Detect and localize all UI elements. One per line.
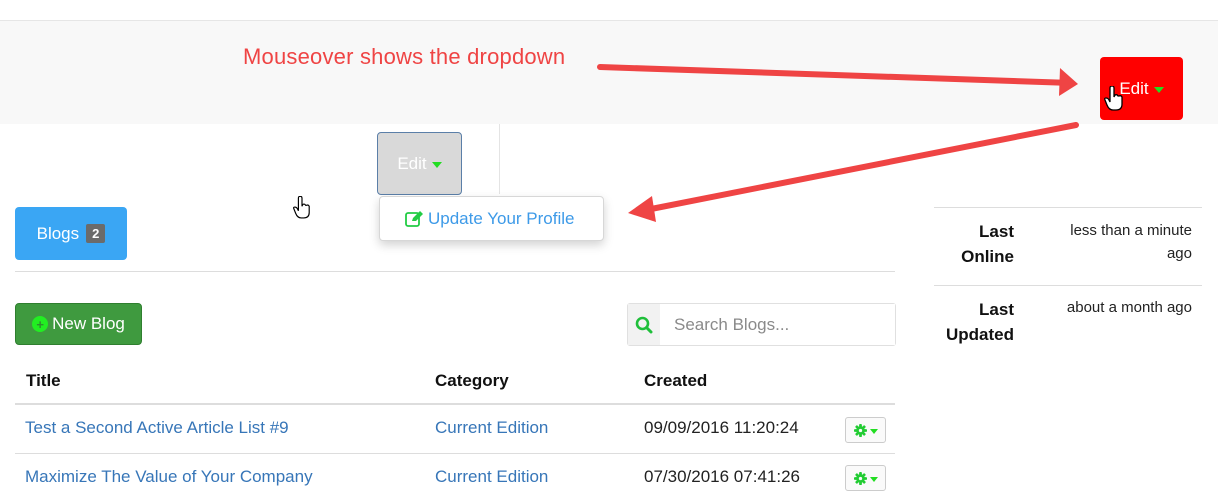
arrow-to-dropdown	[643, 122, 1079, 213]
last-online-value: less than a minute ago	[1070, 222, 1192, 262]
row-category-link[interactable]: Current Edition	[435, 467, 548, 487]
search-button[interactable]	[628, 304, 660, 345]
column-header-created[interactable]: Created	[644, 371, 707, 391]
blog-count-badge: 2	[86, 224, 106, 243]
last-updated-label: Last Updated	[946, 300, 1014, 344]
row-title-link[interactable]: Maximize The Value of Your Company	[25, 467, 313, 487]
row-category-link[interactable]: Current Edition	[435, 418, 548, 438]
gear-icon	[853, 423, 867, 437]
table-row-divider	[15, 453, 895, 454]
blogs-tab-button[interactable]: Blogs 2	[15, 207, 127, 260]
new-blog-label: New Blog	[52, 314, 125, 333]
gear-icon	[853, 471, 867, 485]
search-icon	[635, 316, 653, 333]
arrow-to-red-edit	[597, 64, 1075, 86]
row-title-link[interactable]: Test a Second Active Article List #9	[25, 418, 289, 438]
row-created-date: 07/30/2016 07:41:26	[644, 467, 800, 486]
edit-dropdown-menu: Update Your Profile	[379, 196, 604, 241]
caret-down-icon	[1153, 86, 1164, 93]
column-header-title[interactable]: Title	[26, 371, 61, 391]
search-group	[627, 303, 896, 346]
row-actions-button[interactable]	[845, 465, 886, 491]
vertical-divider	[499, 124, 500, 194]
hand-cursor-icon	[1104, 86, 1123, 111]
row-created-date: 09/09/2016 11:20:24	[644, 418, 799, 437]
menu-item-update-profile[interactable]: Update Your Profile	[428, 209, 575, 229]
table-header-divider	[15, 403, 895, 405]
last-updated-value: about a month ago	[1066, 299, 1192, 316]
caret-down-icon	[869, 428, 878, 434]
new-blog-button[interactable]: + New Blog	[15, 303, 142, 345]
caret-down-icon	[431, 161, 442, 168]
edit-dropdown-button[interactable]: Edit	[377, 132, 462, 195]
search-input[interactable]	[660, 304, 895, 345]
plus-circle-icon: +	[32, 316, 49, 332]
sidebar-divider	[934, 207, 1202, 208]
edit-square-icon	[405, 211, 423, 227]
row-actions-button[interactable]	[845, 417, 886, 443]
caret-down-icon	[869, 476, 878, 482]
section-divider	[15, 271, 895, 272]
sidebar-divider	[934, 285, 1202, 286]
hand-cursor-icon	[293, 196, 310, 219]
blogs-label: Blogs	[36, 223, 80, 243]
last-online-label: Last Online	[961, 222, 1014, 266]
edit-label: Edit	[397, 153, 427, 173]
column-header-category[interactable]: Category	[435, 371, 509, 391]
